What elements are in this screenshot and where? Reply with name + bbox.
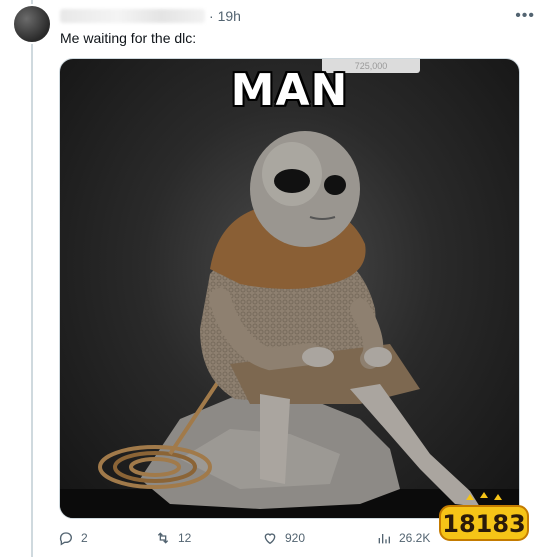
timestamp-value[interactable]: 19h (218, 8, 241, 24)
retweet-icon (157, 532, 169, 544)
statue-figure (60, 131, 519, 518)
meme-caption: MAN (230, 65, 349, 116)
timestamp[interactable]: · 19h (209, 8, 241, 24)
site-watermark-logo: 18183 (439, 492, 529, 541)
reply-count: 2 (81, 531, 88, 545)
views-icon (378, 534, 390, 544)
tweet-header: · 19h ••• (60, 6, 535, 26)
views-count: 26.2K (399, 531, 431, 545)
like-count: 920 (285, 531, 306, 545)
retweet-count: 12 (178, 531, 192, 545)
avatar[interactable] (12, 4, 52, 44)
reply-icon (59, 532, 72, 546)
heart-icon (264, 533, 276, 545)
retweet-button[interactable]: 12 (155, 530, 191, 546)
watermark-text: 18183 (442, 510, 526, 538)
more-options-icon[interactable]: ••• (515, 8, 535, 24)
thread-line (31, 0, 33, 557)
tweet-media-image[interactable]: 725,000 MAN (59, 58, 520, 519)
like-button[interactable]: 920 (262, 530, 305, 546)
blurred-username[interactable] (60, 9, 205, 23)
tweet-text: Me waiting for the dlc: (60, 30, 197, 46)
reply-button[interactable]: 2 (58, 530, 88, 546)
views-button[interactable]: 26.2K (376, 530, 430, 546)
